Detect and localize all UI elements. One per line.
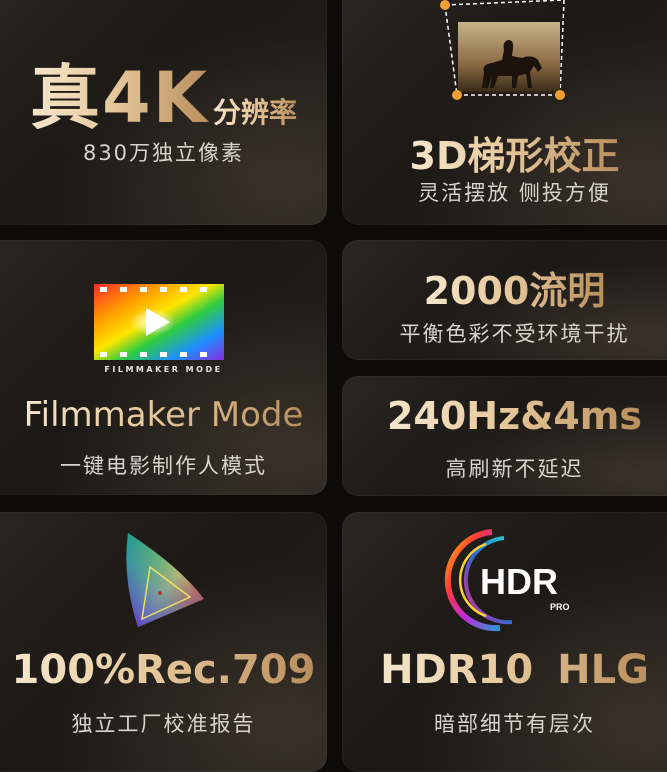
keystone-frame-top [444,0,565,6]
lumen-subtitle: 平衡色彩不受环境干扰 [399,322,630,346]
hz-subtitle: 高刷新不延迟 [445,457,584,481]
rec-subtitle: 独立工厂校准报告 [71,712,256,736]
filmmaker-title: Filmmaker Mode [0,395,327,435]
hdr-title: HDR10 HLG [342,647,667,693]
rec-title-text: 100%Rec.709 [11,647,316,693]
hdr-logo-icon: HDR PRO [444,529,570,632]
card-240hz-4ms: 240Hz&4ms 高刷新不延迟 [342,376,667,496]
card-2000-lumen: 2000流明 平衡色彩不受环境干扰 [342,240,667,360]
lumen-title: 2000流明 [342,260,667,315]
filmmaker-logo-icon [94,284,224,360]
color-gamut-icon [126,533,204,627]
keystone-handle-bottom-left [452,90,462,100]
card-4k-resolution: 真4K 分辨率 830万独立像素 [0,0,327,225]
keystone-handle-top-left [440,0,450,10]
hdr-logo-sub: PRO [550,602,570,612]
4k-subtitle: 830万独立像素 [82,141,245,165]
keystone-title-text: 3D梯形校正 [409,134,620,178]
card-filmmaker-mode: FILMMAKER MODE Filmmaker Mode 一键电影制作人模式 [0,240,327,495]
card-keystone-correction: 3D梯形校正 灵活摆放 侧投方便 [342,0,667,225]
hdr-logo-main: HDR [480,561,558,602]
hdr-title-text: HDR10 HLG [380,647,649,693]
rec-title: 100%Rec.709 [0,647,327,693]
keystone-subtitle: 灵活摆放 侧投方便 [418,181,611,205]
4k-title: 真4K 分辨率 [0,42,327,143]
card-hdr10-hlg: HDR PRO HDR10 HLG 暗部细节有层次 [342,512,667,772]
keystone-frame-left [444,4,458,96]
keystone-handle-bottom-right [555,90,565,100]
filmmaker-subtitle: 一键电影制作人模式 [60,454,267,478]
hz-title: 240Hz&4ms [342,394,667,438]
filmmaker-logo-text: FILMMAKER MODE [104,365,223,374]
4k-big-text: 真4K [30,57,209,139]
filmmaker-title-text: Filmmaker Mode [23,395,304,435]
lumen-title-text: 2000流明 [423,269,606,313]
card-rec709: 100%Rec.709 独立工厂校准报告 [0,512,327,772]
keystone-title: 3D梯形校正 [342,125,667,180]
keystone-frame-right [559,0,565,96]
4k-suffix-text: 分辨率 [212,96,297,129]
hz-title-text: 240Hz&4ms [386,394,643,438]
hdr-subtitle: 暗部细节有层次 [434,712,595,736]
keystone-illustration [440,0,565,100]
